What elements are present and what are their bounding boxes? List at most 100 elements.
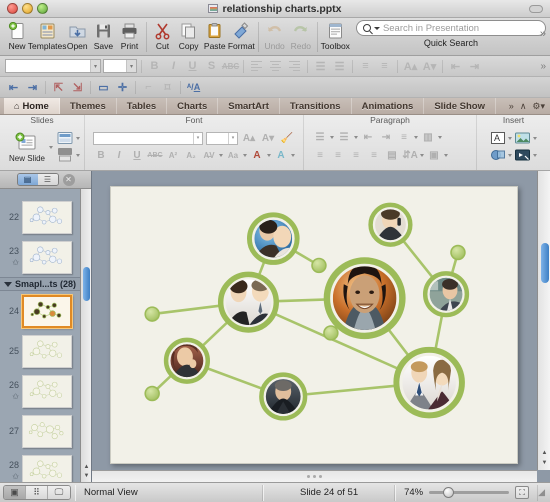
scroll-up-icon[interactable]: ▲	[542, 450, 548, 456]
node-business-pair-right[interactable]	[393, 346, 465, 418]
canvas-scroll-arrows[interactable]: ▲ ▼	[540, 448, 549, 468]
chevron-down-icon[interactable]	[76, 153, 80, 157]
chevron-down-icon[interactable]	[291, 153, 295, 157]
zoom-slider-knob[interactable]	[443, 487, 455, 498]
paragraph-spacing-button[interactable]: ≡	[376, 58, 393, 74]
font-name-combo[interactable]: ▾	[5, 59, 101, 73]
tab-transitions[interactable]: Transitions	[280, 98, 352, 114]
strikethrough-button[interactable]: ABC	[222, 58, 239, 74]
canvas-vertical-scrollbar[interactable]: ▲ ▼	[537, 171, 550, 470]
sidebar-scroll-arrows[interactable]: ▲ ▼	[82, 462, 91, 480]
slide-sorter-button[interactable]: ⠿	[26, 486, 48, 499]
chevron-down-icon[interactable]	[49, 145, 53, 149]
expand-button[interactable]: ✛	[114, 79, 131, 95]
line-spacing-button[interactable]: ≡	[357, 58, 374, 74]
ribbon-overflow-button[interactable]: »	[509, 101, 514, 111]
zoom-slider[interactable]	[429, 487, 510, 498]
chevron-down-icon[interactable]	[508, 153, 512, 157]
node-man-outdoor-right[interactable]	[422, 270, 470, 317]
chevron-down-icon[interactable]	[243, 153, 247, 157]
grow-font-button[interactable]: A▴	[241, 131, 257, 146]
list-item[interactable]: 27	[0, 411, 81, 451]
toolbar-button-new[interactable]: New	[4, 20, 30, 51]
gear-icon[interactable]: ⚙▾	[532, 101, 545, 112]
chevron-down-icon[interactable]	[354, 136, 358, 139]
list-item[interactable]: 25	[0, 331, 81, 371]
toolbar-overflow-button[interactable]: »	[540, 28, 546, 40]
list-item[interactable]: 22	[0, 197, 81, 237]
toolbar-button-open[interactable]: Open	[64, 20, 90, 51]
demote-button[interactable]: ⇥	[24, 79, 41, 95]
relationship-chart-smartart[interactable]	[111, 187, 517, 463]
toolbar-button-save[interactable]: Save	[90, 20, 116, 51]
outline-view-button[interactable]: ☰	[37, 174, 58, 185]
tab-charts[interactable]: Charts	[167, 98, 219, 114]
toolbar-button-templates[interactable]: Templates	[28, 20, 67, 51]
canvas-scrollbar-thumb[interactable]	[540, 243, 549, 283]
chevron-down-icon[interactable]	[533, 136, 537, 140]
italic-button[interactable]: I	[165, 58, 182, 74]
ribbon-font-name-combo[interactable]: ▾	[93, 131, 203, 145]
shadow-button[interactable]: S	[203, 58, 220, 74]
list-item[interactable]: 23 ✩	[0, 237, 81, 277]
normal-view-button[interactable]: ▣	[4, 486, 26, 499]
scroll-down-icon[interactable]: ▼	[84, 473, 90, 479]
chevron-down-icon[interactable]	[330, 136, 334, 139]
tab-smartart[interactable]: SmartArt	[218, 98, 280, 114]
scroll-up-icon[interactable]: ▲	[84, 464, 90, 470]
list-item[interactable]: 24	[0, 291, 81, 331]
node-smiling-woman-center[interactable]	[323, 256, 406, 339]
scroll-down-icon[interactable]: ▼	[542, 460, 548, 466]
show-formatting-button[interactable]: ᴬ/A	[185, 79, 202, 95]
node-woman-thinking-left[interactable]	[163, 337, 211, 384]
increase-font-size-button[interactable]: A▴	[402, 58, 419, 74]
fit-to-window-button[interactable]: ⛶	[515, 486, 530, 499]
ribbon-increase-indent-button[interactable]: ⇥	[378, 130, 394, 145]
ribbon-align-center-button[interactable]: ≡	[330, 148, 346, 163]
character-spacing-button[interactable]: A̶V	[201, 148, 217, 163]
decrease-font-size-button[interactable]: A▾	[421, 58, 438, 74]
window-resize-grip[interactable]: ◢	[538, 487, 547, 498]
tab-slide-show[interactable]: Slide Show	[424, 98, 496, 114]
align-left-button[interactable]	[248, 58, 265, 74]
tab-home[interactable]: ⌂ Home	[4, 98, 60, 114]
ribbon-align-left-button[interactable]: ≡	[312, 148, 328, 163]
increase-indent-button[interactable]: ⇥	[466, 58, 483, 74]
toolbar-button-toolbox[interactable]: Toolbox	[321, 20, 350, 51]
toolbar-toggle-button[interactable]	[529, 4, 543, 13]
shrink-font-button[interactable]: A▾	[260, 131, 276, 146]
sidebar-view-toggle[interactable]: ▤ ☰	[16, 173, 59, 186]
align-right-button[interactable]	[286, 58, 303, 74]
chevron-down-icon[interactable]	[508, 136, 512, 140]
font-color-button[interactable]: A	[249, 148, 265, 163]
sidebar-scrollbar-thumb[interactable]	[83, 267, 90, 301]
text-effects-button[interactable]: A	[273, 148, 289, 163]
node-couple-photo-left[interactable]	[217, 271, 280, 333]
text-direction-button[interactable]: ⇵A	[402, 148, 418, 163]
ribbon-italic-button[interactable]: I	[111, 148, 127, 163]
ribbon-decrease-indent-button[interactable]: ⇤	[360, 130, 376, 145]
search-input[interactable]: Search in Presentation	[355, 20, 546, 36]
chevron-down-icon[interactable]	[533, 153, 537, 157]
chevron-down-icon[interactable]	[444, 154, 448, 157]
ribbon-bold-button[interactable]: B	[93, 148, 109, 163]
presenter-view-button[interactable]: 🖵	[48, 486, 70, 499]
connector-dot-e[interactable]	[144, 385, 160, 401]
move-up-button[interactable]: ⇱	[50, 79, 67, 95]
underline-button[interactable]: U	[184, 58, 201, 74]
slide-thumbnail[interactable]	[22, 454, 72, 482]
change-case-button[interactable]: Aa	[225, 148, 241, 163]
ribbon-underline-button[interactable]: U	[129, 148, 145, 163]
close-icon[interactable]: ✕	[62, 173, 75, 186]
collapse-all-button[interactable]: ⌐	[140, 79, 157, 95]
ribbon-font-size-combo[interactable]: ▾	[206, 131, 238, 145]
toolbar-button-print[interactable]: Print	[116, 20, 142, 51]
decrease-indent-button[interactable]: ⇤	[447, 58, 464, 74]
tab-tables[interactable]: Tables	[117, 98, 168, 114]
toolbar-button-cut[interactable]: Cut	[149, 20, 175, 51]
chevron-down-icon[interactable]	[373, 26, 380, 30]
chevron-down-icon[interactable]	[438, 136, 442, 139]
numbered-list-button[interactable]: ☰	[331, 58, 348, 74]
formatbar-overflow-button[interactable]: »	[540, 61, 546, 72]
expand-all-button[interactable]: ⌑	[159, 79, 176, 95]
